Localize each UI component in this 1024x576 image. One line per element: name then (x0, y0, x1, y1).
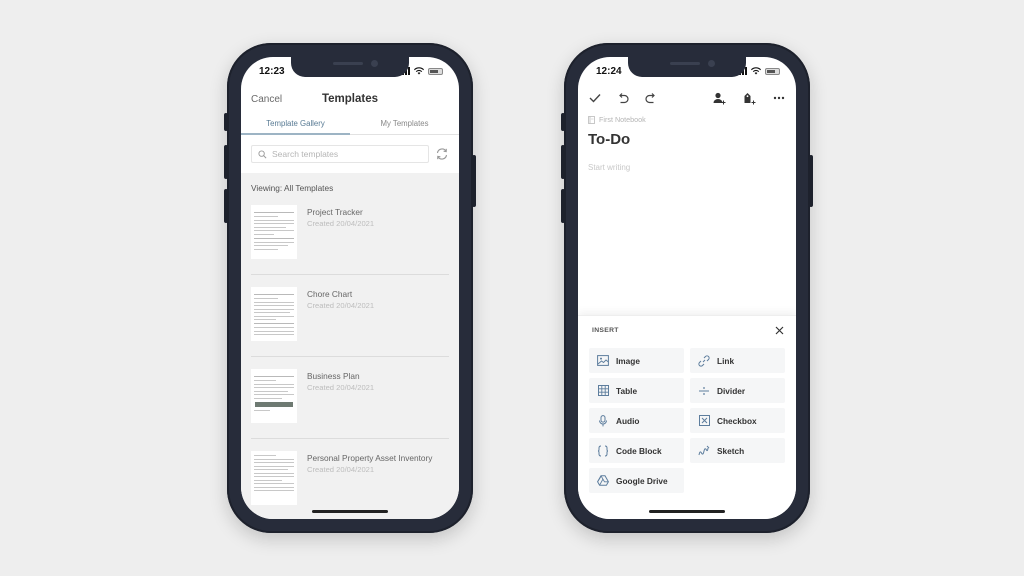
insert-image-button[interactable]: Image (589, 348, 684, 373)
wifi-icon (414, 67, 424, 75)
redo-icon[interactable] (644, 91, 658, 105)
template-date: Created 20/04/2021 (307, 219, 375, 228)
template-thumbnail (251, 451, 297, 505)
insert-option-label: Table (616, 385, 638, 396)
insert-divider-button[interactable]: Divider (690, 378, 785, 403)
volume-down-button (224, 189, 228, 223)
insert-panel: INSERT Image Link Table Divider Audio Ch… (578, 315, 796, 519)
editor-toolbar (578, 85, 796, 111)
check-icon[interactable] (588, 91, 602, 105)
template-item-chore-chart[interactable]: Chore Chart Created 20/04/2021 (251, 275, 449, 357)
status-time: 12:23 (259, 65, 285, 77)
insert-google-drive-button[interactable]: Google Drive (589, 468, 684, 493)
checkbox-icon (698, 415, 710, 427)
template-item-personal-property-asset-inventory[interactable]: Personal Property Asset Inventory Create… (251, 439, 449, 519)
code-block-icon (597, 445, 609, 457)
power-button (472, 155, 476, 207)
image-icon (597, 355, 609, 367)
template-date: Created 20/04/2021 (307, 383, 375, 392)
note-editor-screen: 12:24 First Notebook To-Do Start writing… (578, 57, 796, 519)
template-name: Chore Chart (307, 289, 353, 299)
template-date: Created 20/04/2021 (307, 301, 375, 310)
template-tabs: Template Gallery My Templates (241, 113, 459, 135)
home-indicator[interactable] (649, 510, 725, 513)
insert-link-button[interactable]: Link (690, 348, 785, 373)
tab-my-templates[interactable]: My Templates (350, 113, 459, 134)
viewing-label: Viewing: All Templates (251, 183, 334, 193)
close-icon[interactable] (772, 323, 786, 337)
insert-option-label: Google Drive (616, 475, 668, 486)
status-time: 12:24 (596, 65, 622, 77)
insert-option-label: Divider (717, 385, 746, 396)
templates-screen: 12:23 Cancel Templates Template Gallery … (241, 57, 459, 519)
page-title: Templates (321, 93, 379, 105)
battery-icon (765, 67, 780, 75)
notebook-name: First Notebook (599, 115, 646, 124)
divider-icon (698, 385, 710, 397)
search-box[interactable] (251, 145, 429, 163)
insert-table-button[interactable]: Table (589, 378, 684, 403)
volume-up-button (224, 145, 228, 179)
undo-icon[interactable] (616, 91, 630, 105)
search-row (251, 145, 449, 163)
template-name: Personal Property Asset Inventory (307, 453, 433, 463)
template-item-project-tracker[interactable]: Project Tracker Created 20/04/2021 (251, 193, 449, 275)
volume-down-button (561, 189, 565, 223)
sketch-icon (698, 445, 710, 457)
search-input[interactable] (272, 149, 412, 159)
mute-switch (224, 113, 228, 131)
link-icon (698, 354, 710, 367)
cancel-button[interactable]: Cancel (251, 94, 282, 105)
search-icon (258, 149, 267, 158)
phone-right: 12:24 First Notebook To-Do Start writing… (561, 43, 813, 533)
google-drive-icon (597, 475, 609, 487)
insert-code-block-button[interactable]: Code Block (589, 438, 684, 463)
note-title[interactable]: To-Do (588, 131, 630, 148)
template-name: Project Tracker (307, 207, 363, 217)
more-icon[interactable] (772, 91, 786, 105)
insert-label: INSERT (592, 327, 619, 334)
insert-option-label: Checkbox (717, 415, 757, 426)
insert-sketch-button[interactable]: Sketch (690, 438, 785, 463)
insert-checkbox-button[interactable]: Checkbox (690, 408, 785, 433)
template-date: Created 20/04/2021 (307, 465, 375, 474)
microphone-icon (597, 414, 609, 427)
insert-audio-button[interactable]: Audio (589, 408, 684, 433)
insert-option-label: Sketch (717, 445, 745, 456)
notch (291, 57, 409, 77)
insert-option-label: Audio (616, 415, 640, 426)
battery-icon (428, 67, 443, 75)
wifi-icon (751, 67, 761, 75)
volume-up-button (561, 145, 565, 179)
insert-options: Image Link Table Divider Audio Checkbox … (589, 348, 785, 493)
refresh-icon[interactable] (435, 147, 449, 161)
home-indicator[interactable] (312, 510, 388, 513)
power-button (809, 155, 813, 207)
tag-add-icon[interactable] (742, 91, 756, 105)
template-thumbnail (251, 369, 297, 423)
template-item-business-plan[interactable]: Business Plan Created 20/04/2021 (251, 357, 449, 439)
template-thumbnail (251, 287, 297, 341)
notch (628, 57, 746, 77)
template-list: Viewing: All Templates Project Tracker C… (241, 173, 459, 519)
table-icon (597, 385, 609, 397)
tab-template-gallery[interactable]: Template Gallery (241, 113, 350, 135)
notebook-selector[interactable]: First Notebook (588, 115, 646, 124)
note-body-input[interactable]: Start writing (588, 163, 630, 172)
template-name: Business Plan (307, 371, 360, 381)
insert-option-label: Code Block (616, 445, 662, 456)
share-user-icon[interactable] (712, 91, 726, 105)
insert-option-label: Image (616, 355, 640, 366)
phone-left: 12:23 Cancel Templates Template Gallery … (224, 43, 476, 533)
templates-header: Cancel Templates (241, 85, 459, 113)
insert-option-label: Link (717, 355, 735, 366)
mute-switch (561, 113, 565, 131)
template-thumbnail (251, 205, 297, 259)
notebook-icon (588, 115, 595, 124)
